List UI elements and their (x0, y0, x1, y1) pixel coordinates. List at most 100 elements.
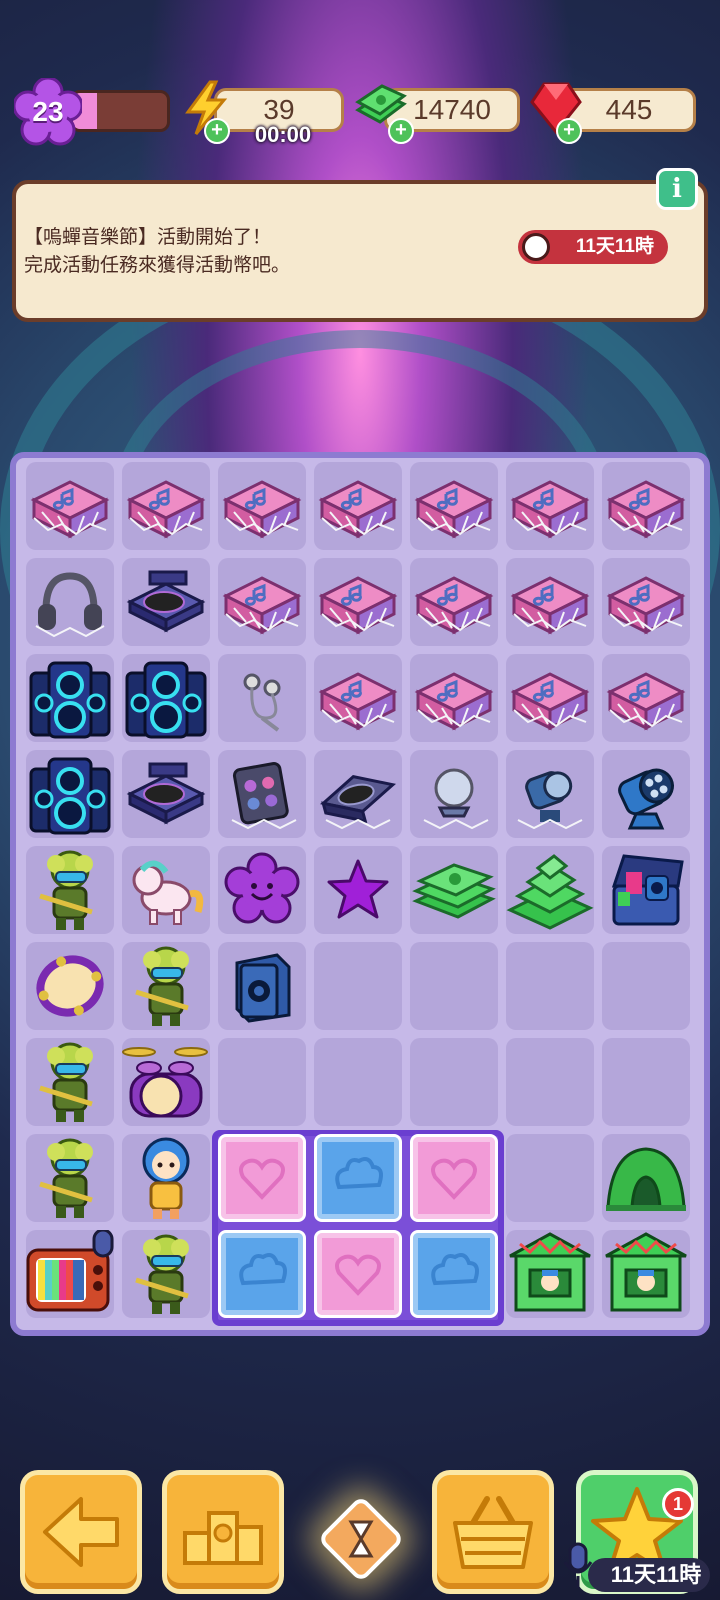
board-cell[interactable] (314, 654, 402, 742)
board-cell-empty[interactable] (410, 942, 498, 1030)
board-cell[interactable] (602, 846, 690, 934)
energy-plus-icon[interactable]: + (204, 118, 230, 144)
pink-crate[interactable] (314, 1230, 402, 1318)
board-cell[interactable] (26, 942, 114, 1030)
cash-plus-icon[interactable]: + (388, 118, 414, 144)
board-cell[interactable] (506, 846, 594, 934)
board-cell[interactable] (26, 558, 114, 646)
back-button[interactable] (20, 1470, 142, 1594)
crystal-ball-webbed-icon (414, 754, 494, 834)
board-cell[interactable] (122, 558, 210, 646)
music-box-webbed-icon (604, 466, 688, 546)
board-cell[interactable] (26, 1230, 114, 1318)
board-cell[interactable] (218, 942, 306, 1030)
board-cell[interactable] (26, 1134, 114, 1222)
board-cell[interactable] (122, 1134, 210, 1222)
board-cell[interactable] (506, 654, 594, 742)
board-cell[interactable] (218, 750, 306, 838)
board-cell[interactable] (410, 846, 498, 934)
board-cell[interactable] (122, 1038, 210, 1126)
board-cell[interactable] (122, 462, 210, 550)
music-box-webbed-icon (412, 562, 496, 642)
music-chest-icon (604, 848, 688, 932)
gem-plus-icon[interactable]: + (556, 118, 582, 144)
leaderboard-button[interactable] (162, 1470, 284, 1594)
board-cell[interactable] (602, 654, 690, 742)
board-cell[interactable] (314, 462, 402, 550)
rocker-guitarist-icon (30, 848, 110, 932)
board-cell[interactable] (506, 750, 594, 838)
pink-crate[interactable] (218, 1134, 306, 1222)
shop-basket-button[interactable] (432, 1470, 554, 1594)
board-cell[interactable] (122, 1230, 210, 1318)
board-cell[interactable] (602, 558, 690, 646)
event-instruction: 完成活動任務來獲得活動幣吧。 (24, 255, 291, 276)
board-cell[interactable] (314, 558, 402, 646)
music-box-webbed-icon (316, 562, 400, 642)
board-cell-empty[interactable] (218, 1038, 306, 1126)
board-cell[interactable] (602, 1230, 690, 1318)
blue-crate[interactable] (314, 1134, 402, 1222)
headphones-webbed-icon (30, 562, 110, 642)
board-cell-empty[interactable] (506, 942, 594, 1030)
level-badge[interactable]: 23 (14, 78, 82, 146)
hourglass-boost-button[interactable] (317, 1495, 405, 1583)
board-cell-empty[interactable] (506, 1134, 594, 1222)
info-button[interactable]: i (656, 168, 698, 210)
purple-star-icon (323, 855, 393, 925)
board-cell-empty[interactable] (506, 1038, 594, 1126)
board-cell[interactable] (506, 1230, 594, 1318)
music-box-webbed-icon (604, 658, 688, 738)
board-cell[interactable] (506, 558, 594, 646)
board-cell[interactable] (410, 654, 498, 742)
board-cell[interactable] (26, 750, 114, 838)
speaker-tower-icon (27, 655, 113, 741)
dj-turntable-icon (124, 754, 208, 834)
board-cell[interactable] (410, 558, 498, 646)
green-tent-icon (604, 1141, 688, 1215)
board-cell[interactable] (602, 750, 690, 838)
board-cell-empty[interactable] (602, 942, 690, 1030)
music-box-webbed-icon (412, 466, 496, 546)
board-cell[interactable] (602, 462, 690, 550)
board-cell[interactable] (218, 558, 306, 646)
board-cell-empty[interactable] (602, 1038, 690, 1126)
podium-icon (183, 1511, 263, 1565)
rocker-guitarist-icon (126, 944, 206, 1028)
board-cell[interactable] (26, 654, 114, 742)
music-box-webbed-icon (124, 466, 208, 546)
blue-crate[interactable] (218, 1230, 306, 1318)
board-cell[interactable] (218, 846, 306, 934)
gem-counter[interactable]: 445 (562, 88, 696, 132)
board-cell[interactable] (602, 1134, 690, 1222)
board-cell[interactable] (218, 654, 306, 742)
board-cell[interactable] (218, 462, 306, 550)
board-cell[interactable] (314, 846, 402, 934)
pink-crate[interactable] (410, 1134, 498, 1222)
board-cell[interactable] (26, 1038, 114, 1126)
board-cell[interactable] (410, 750, 498, 838)
board-cell[interactable] (122, 942, 210, 1030)
board-cell-empty[interactable] (410, 1038, 498, 1126)
board-cell[interactable] (122, 846, 210, 934)
dj-turntable-icon (124, 562, 208, 642)
spotlight-icon (606, 754, 686, 834)
microphone-icon (563, 1542, 593, 1588)
music-box-webbed-icon (604, 562, 688, 642)
board-cell[interactable] (506, 462, 594, 550)
music-box-webbed-icon (508, 562, 592, 642)
board-cell[interactable] (410, 462, 498, 550)
bottom-event-timer: 11天11時 (588, 1558, 710, 1592)
board-cell[interactable] (314, 750, 402, 838)
singer-girl-icon (127, 1135, 205, 1221)
event-timer-text: 11天11時 (575, 236, 654, 257)
event-banner: 【嗚蟬音樂節】活動開始了！ 完成活動任務來獲得活動幣吧。 11天11時 i (12, 168, 708, 322)
board-cell[interactable] (26, 462, 114, 550)
board-cell-empty[interactable] (314, 942, 402, 1030)
blue-crate[interactable] (410, 1230, 498, 1318)
board-cell[interactable] (122, 750, 210, 838)
board-cell-empty[interactable] (314, 1038, 402, 1126)
rocker-guitarist-icon (126, 1232, 206, 1316)
board-cell[interactable] (122, 654, 210, 742)
board-cell[interactable] (26, 846, 114, 934)
